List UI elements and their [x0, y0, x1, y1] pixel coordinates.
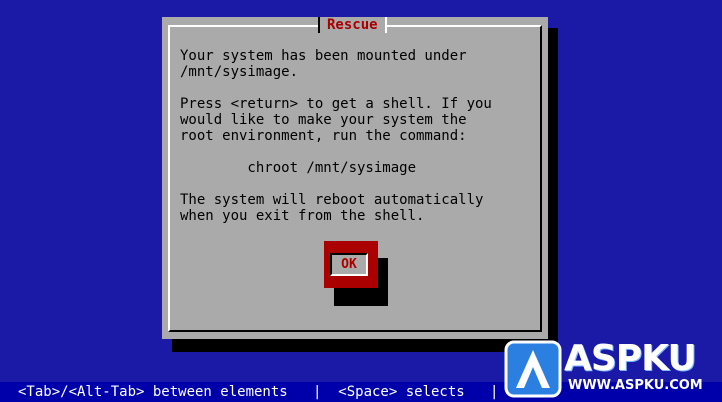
ok-button[interactable]: OK — [324, 241, 378, 288]
watermark: ASPKU WWW.ASPKU.COM — [504, 338, 722, 402]
ok-button-label: OK — [341, 257, 357, 272]
watermark-url: WWW.ASPKU.COM — [568, 378, 703, 393]
aspku-logo-icon — [504, 340, 562, 398]
watermark-brand: ASPKU — [564, 338, 697, 379]
dialog-title: Rescue — [318, 17, 387, 33]
dialog-message: Your system has been mounted under /mnt/… — [180, 48, 492, 224]
rescue-dialog: Rescue Your system has been mounted unde… — [162, 17, 548, 339]
rescue-screen: Rescue Your system has been mounted unde… — [0, 0, 722, 402]
ok-button-face[interactable]: OK — [330, 253, 368, 276]
